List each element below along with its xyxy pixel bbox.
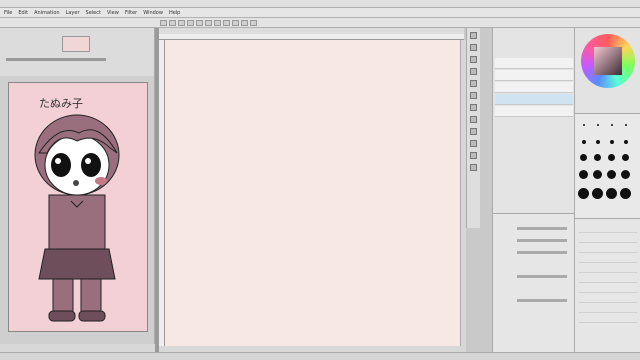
property-row (497, 298, 567, 303)
brush-size-option[interactable] (582, 140, 586, 144)
opacity-slider[interactable] (517, 239, 567, 242)
subview-status (0, 344, 155, 352)
brush-size-option[interactable] (594, 154, 601, 161)
select-tool-icon[interactable] (470, 80, 477, 87)
brush-size-option[interactable] (580, 154, 587, 161)
property-row (497, 274, 567, 279)
sub-view-panel: たぬみ子 (0, 76, 155, 352)
window-title (0, 0, 640, 8)
fill-tool-icon[interactable] (470, 68, 477, 75)
undo-icon[interactable] (187, 19, 194, 26)
setting-row[interactable] (579, 285, 637, 293)
clear-icon[interactable] (205, 19, 212, 26)
brush-settings-list (574, 218, 640, 353)
brush-size-option[interactable] (620, 188, 631, 199)
brush-size-option[interactable] (592, 188, 603, 199)
menu-filter[interactable]: Filter (125, 10, 137, 16)
menu-layer[interactable]: Layer (66, 10, 80, 16)
stabilization-slider[interactable] (517, 275, 567, 278)
layer-row[interactable] (495, 70, 573, 81)
transform-icon[interactable] (214, 19, 221, 26)
setting-row[interactable] (579, 315, 637, 323)
property-row (497, 250, 567, 255)
zoom-tool-icon[interactable] (470, 152, 477, 159)
menu-view[interactable]: View (107, 10, 119, 16)
property-row (497, 238, 567, 243)
setting-row[interactable] (579, 225, 637, 233)
snap-icon[interactable] (241, 19, 248, 26)
chibi-illustration: たぬみ子 (34, 97, 120, 322)
brush-size-option[interactable] (583, 124, 585, 126)
color-wheel-panel (574, 28, 640, 113)
new-icon[interactable] (160, 19, 167, 26)
setting-row[interactable] (579, 265, 637, 273)
move-tool-icon[interactable] (470, 92, 477, 99)
brush-size-option[interactable] (593, 170, 602, 179)
menu-window[interactable]: Window (143, 10, 163, 16)
layer-panel (492, 28, 574, 213)
figure-tool-icon[interactable] (470, 140, 477, 147)
brush-size-option[interactable] (624, 140, 628, 144)
brush-size-option[interactable] (625, 124, 627, 126)
open-icon[interactable] (169, 19, 176, 26)
antialias-slider[interactable] (517, 299, 567, 302)
redo-icon[interactable] (196, 19, 203, 26)
menu-select[interactable]: Select (86, 10, 101, 16)
navigator-panel (0, 28, 155, 76)
property-row (497, 226, 567, 231)
brush-size-option[interactable] (578, 188, 589, 199)
setting-row[interactable] (579, 255, 637, 263)
setting-row[interactable] (579, 275, 637, 283)
brush-size-option[interactable] (608, 154, 615, 161)
deselect-icon[interactable] (223, 19, 230, 26)
tool-palette (466, 28, 480, 228)
save-icon[interactable] (178, 19, 185, 26)
menu-edit[interactable]: Edit (18, 10, 28, 16)
zoom-slider[interactable] (6, 58, 106, 61)
brush-tool-icon[interactable] (470, 56, 477, 63)
hand-tool-icon[interactable] (470, 164, 477, 171)
setting-row[interactable] (579, 295, 637, 303)
caption-text: たぬみ子 (39, 97, 83, 110)
brush-size-option[interactable] (606, 188, 617, 199)
reference-image: たぬみ子 (8, 82, 148, 332)
menu-bar: File Edit Animation Layer Select View Fi… (0, 8, 640, 18)
menu-file[interactable]: File (4, 10, 12, 16)
eyedropper-tool-icon[interactable] (470, 116, 477, 123)
setting-row[interactable] (579, 305, 637, 313)
command-bar (0, 18, 640, 28)
layer-row[interactable] (495, 106, 573, 117)
drawing-canvas[interactable] (165, 40, 460, 346)
menu-help[interactable]: Help (169, 10, 180, 16)
bottom-status-strip (0, 352, 640, 360)
brush-size-slider[interactable] (517, 227, 567, 230)
gradient-tool-icon[interactable] (470, 128, 477, 135)
ruler-icon[interactable] (250, 19, 257, 26)
brush-size-option[interactable] (610, 140, 614, 144)
brush-size-option[interactable] (596, 140, 600, 144)
brush-size-option[interactable] (579, 170, 588, 179)
text-tool-icon[interactable] (470, 104, 477, 111)
density-slider[interactable] (517, 251, 567, 254)
invert-icon[interactable] (232, 19, 239, 26)
tool-property-panel (492, 213, 574, 353)
setting-row[interactable] (579, 235, 637, 243)
layer-row[interactable] (495, 82, 573, 93)
brush-size-option[interactable] (621, 170, 630, 179)
saturation-square[interactable] (594, 47, 622, 75)
layer-row[interactable] (495, 58, 573, 69)
navigator-thumbnail[interactable] (62, 36, 90, 52)
pen-tool-icon[interactable] (470, 32, 477, 39)
brush-size-option[interactable] (597, 124, 599, 126)
brush-size-option[interactable] (611, 124, 613, 126)
menu-animation[interactable]: Animation (34, 10, 60, 16)
brush-size-option[interactable] (607, 170, 616, 179)
brush-size-panel (574, 113, 640, 218)
brush-size-option[interactable] (622, 154, 629, 161)
layer-row-selected[interactable] (495, 94, 573, 105)
eraser-tool-icon[interactable] (470, 44, 477, 51)
setting-row[interactable] (579, 245, 637, 253)
